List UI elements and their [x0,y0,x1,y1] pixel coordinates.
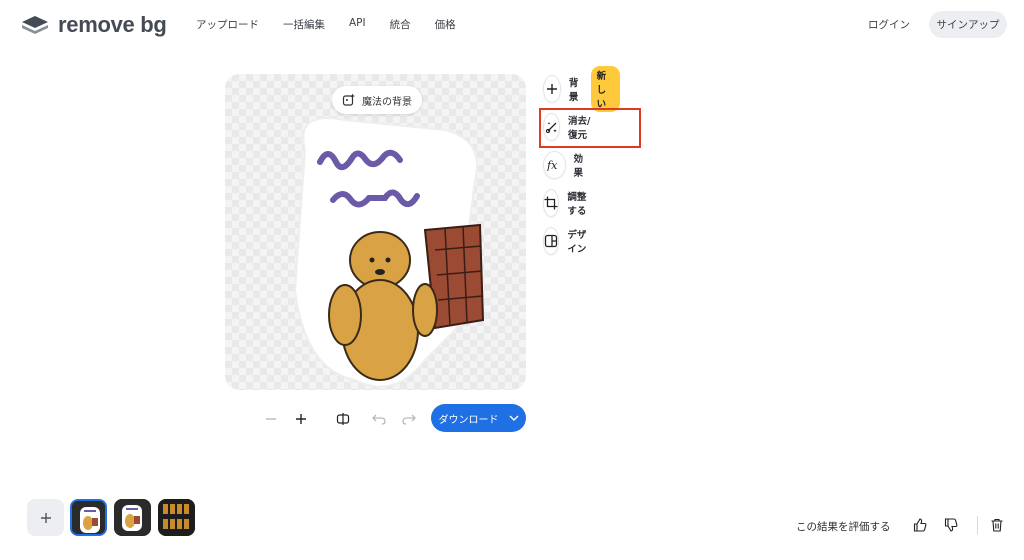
top-bar: remove bg アップロード 一括編集 API 統合 価格 ログイン サイン… [0,0,1024,48]
delete-button[interactable] [988,516,1006,534]
compare-icon [336,413,350,425]
thumbnail-image [72,501,105,534]
thumbs-up-icon [913,518,927,532]
main-nav: アップロード 一括編集 API 統合 価格 [196,17,480,32]
brand-name: remove bg [58,12,167,37]
rating-divider [977,516,978,534]
image-canvas[interactable]: 魔法の背景 [225,74,526,390]
undo-icon [372,414,386,425]
signup-button[interactable]: サインアップ [929,11,1007,38]
tool-background-circle [543,75,561,103]
nav-pricing[interactable]: 価格 [435,17,456,32]
tool-adjust-circle [543,189,560,217]
tool-effects[interactable]: fx 効果 [543,151,589,179]
brand-logo[interactable]: remove bg [20,12,167,38]
layout-icon [545,234,558,248]
logo-icon [22,16,48,34]
thumbnail-1[interactable] [70,499,107,536]
download-button[interactable]: ダウンロード [431,404,526,432]
tool-background[interactable]: 背景 新しい [543,66,621,112]
plus-icon [296,414,306,424]
thumbs-down-icon [944,518,958,532]
tool-design-label: デザイン [567,230,587,255]
thumbnail-image [158,499,195,536]
compare-button[interactable] [334,410,352,428]
magic-background-label: 魔法の背景 [362,96,412,108]
redo-button[interactable] [400,410,418,428]
nav-api[interactable]: API [349,17,366,32]
nav-upload[interactable]: アップロード [196,17,259,32]
trash-icon [991,518,1003,532]
tool-effects-label: 効果 [573,154,584,179]
new-badge: 新しい [590,66,621,112]
thumbs-up-button[interactable] [911,516,929,534]
tool-design[interactable]: デザイン [543,227,589,255]
svg-text:fx: fx [546,159,558,171]
download-label: ダウンロード [438,414,499,426]
erase-restore-highlight [539,108,641,148]
zoom-in-button[interactable] [292,410,310,428]
tool-background-label: 背景 [568,78,579,103]
redo-icon [402,414,416,425]
sticker-image [293,117,485,388]
undo-button[interactable] [370,410,388,428]
canvas-controls: ダウンロード [260,404,530,432]
thumbs-down-button[interactable] [942,516,960,534]
plus-icon [546,84,557,94]
minus-icon [266,418,276,420]
sparkle-icon [342,93,355,106]
login-link[interactable]: ログイン [868,17,910,32]
add-image-button[interactable] [27,499,64,536]
thumbnail-image [114,499,151,536]
thumbnail-2[interactable] [114,499,151,536]
nav-bulk-edit[interactable]: 一括編集 [283,17,325,32]
thumbnail-3[interactable] [158,499,195,536]
chevron-down-icon [509,415,518,421]
tool-adjust-label: 調整する [567,192,587,217]
nav-integrations[interactable]: 統合 [390,17,411,32]
zoom-out-button[interactable] [262,410,280,428]
crop-icon [544,196,558,210]
tool-design-circle [543,227,560,255]
fx-icon: fx [546,159,558,171]
tool-adjust[interactable]: 調整する [543,189,589,217]
plus-icon [40,512,51,523]
tool-effects-circle: fx [543,151,566,179]
rate-result-label: この結果を評価する [796,521,891,533]
